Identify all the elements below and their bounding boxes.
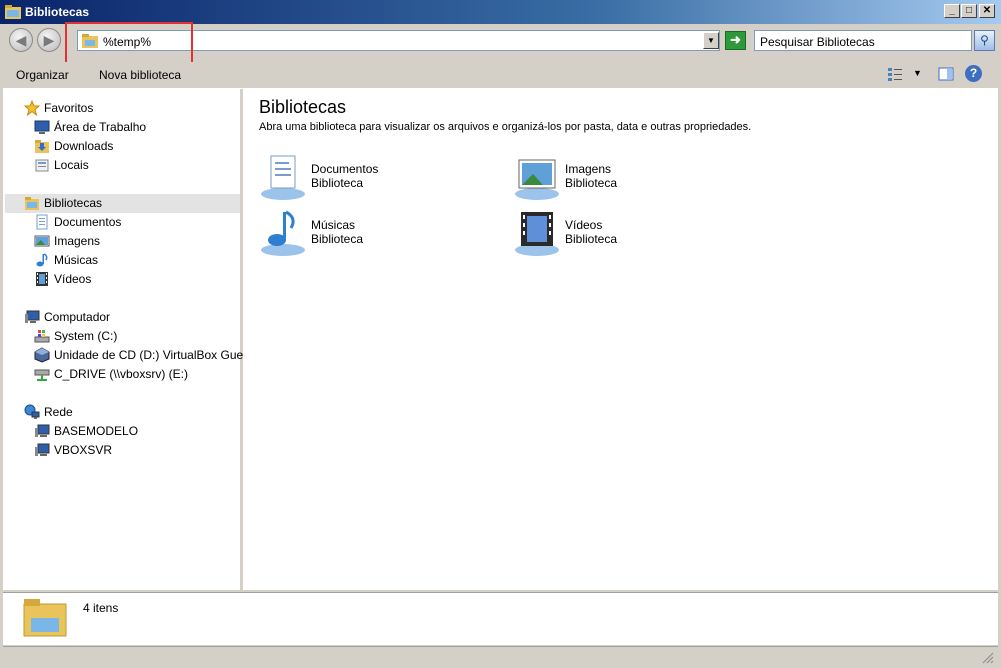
- library-type: Biblioteca: [565, 232, 618, 246]
- sidebar-item-label: VBOXSVR: [54, 443, 113, 457]
- sidebar-item-label: Unidade de CD (D:) VirtualBox Guest A: [54, 348, 264, 362]
- sidebar-item-label: System (C:): [54, 329, 118, 343]
- sidebar-item-label: Área de Trabalho: [54, 120, 147, 134]
- resize-grip-icon[interactable]: [980, 650, 994, 664]
- library-type: Biblioteca: [311, 176, 364, 190]
- sidebar-item-label: Músicas: [54, 253, 99, 267]
- library-item-pictures[interactable]: Imagens Biblioteca: [513, 154, 733, 202]
- recent-places-icon: [35, 159, 49, 172]
- documents-library-icon: [261, 155, 305, 200]
- film-icon: [36, 272, 48, 286]
- sidebar-item-label: C_DRIVE (\\vboxsrv) (E:): [54, 367, 189, 381]
- page-subtitle: Abra uma biblioteca para visualizar os a…: [259, 121, 752, 133]
- sidebar-item-label: Favoritos: [44, 101, 94, 115]
- search-icon[interactable]: ⚲: [974, 30, 995, 51]
- sidebar-item-label: Documentos: [54, 215, 122, 229]
- network-computer-icon: [35, 424, 50, 437]
- sidebar-item-label: BASEMODELO: [54, 424, 139, 438]
- details-pane: [3, 592, 998, 645]
- sidebar-item-label: Downloads: [54, 139, 114, 153]
- library-type: Biblioteca: [311, 232, 364, 246]
- title-bar[interactable]: [0, 0, 1001, 24]
- downloads-folder-icon: [35, 140, 49, 153]
- page-title: Bibliotecas: [259, 97, 347, 117]
- minimize-button[interactable]: _: [944, 4, 960, 18]
- sidebar-item-label: Computador: [44, 310, 111, 324]
- libraries-folder-icon: [23, 599, 67, 637]
- library-name: Músicas: [311, 218, 356, 232]
- network-globe-icon: [24, 404, 40, 419]
- pictures-library-icon: [515, 159, 559, 200]
- selection-highlight: [5, 194, 240, 213]
- search-input[interactable]: Pesquisar Bibliotecas: [760, 35, 875, 49]
- library-type: Biblioteca: [565, 176, 618, 190]
- libraries-folder-icon: [5, 5, 21, 19]
- sidebar-item-label: Locais: [54, 158, 89, 172]
- library-name: Documentos: [311, 162, 379, 176]
- preview-pane-icon[interactable]: [938, 66, 954, 82]
- document-icon: [36, 214, 48, 230]
- music-library-icon: [261, 210, 305, 256]
- picture-icon: [34, 235, 50, 247]
- library-name: Vídeos: [565, 218, 603, 232]
- go-button[interactable]: ➜: [725, 31, 746, 50]
- forward-button[interactable]: ▶: [37, 28, 61, 52]
- library-item-documents[interactable]: Documentos Biblioteca: [259, 154, 479, 202]
- organize-button[interactable]: Organizar: [16, 68, 69, 82]
- library-name: Imagens: [565, 162, 612, 176]
- annotation-highlight-box: [65, 22, 193, 64]
- views-dropdown-icon[interactable]: ▼: [913, 68, 922, 78]
- videos-library-icon: [515, 212, 559, 256]
- close-button[interactable]: ✕: [979, 4, 995, 18]
- network-computer-icon: [35, 443, 50, 456]
- address-dropdown-button[interactable]: ▼: [703, 32, 719, 49]
- item-count: 4 itens: [83, 601, 119, 615]
- window-title: Bibliotecas: [25, 5, 90, 19]
- music-note-icon: [36, 253, 48, 267]
- sidebar-item-label: Vídeos: [54, 272, 92, 286]
- computer-icon: [25, 310, 40, 323]
- network-drive-icon: [34, 369, 50, 381]
- library-item-videos[interactable]: Vídeos Biblioteca: [513, 210, 733, 258]
- maximize-button[interactable]: □: [961, 4, 977, 18]
- sidebar-item-label: Bibliotecas: [44, 196, 103, 210]
- cd-drive-icon: [34, 347, 50, 363]
- library-item-music[interactable]: Músicas Biblioteca: [259, 210, 479, 258]
- sidebar-item-label: Imagens: [54, 234, 101, 248]
- new-library-button[interactable]: Nova biblioteca: [99, 68, 181, 82]
- desktop-icon: [34, 120, 50, 134]
- back-button[interactable]: ◀: [9, 28, 33, 52]
- system-drive-icon: [34, 330, 50, 343]
- help-icon[interactable]: ?: [965, 65, 982, 82]
- views-icon[interactable]: [887, 66, 903, 82]
- libraries-folder-icon: [25, 197, 39, 210]
- status-bar: [3, 646, 998, 666]
- sidebar-item-label: Rede: [44, 405, 73, 419]
- star-icon: [24, 100, 40, 116]
